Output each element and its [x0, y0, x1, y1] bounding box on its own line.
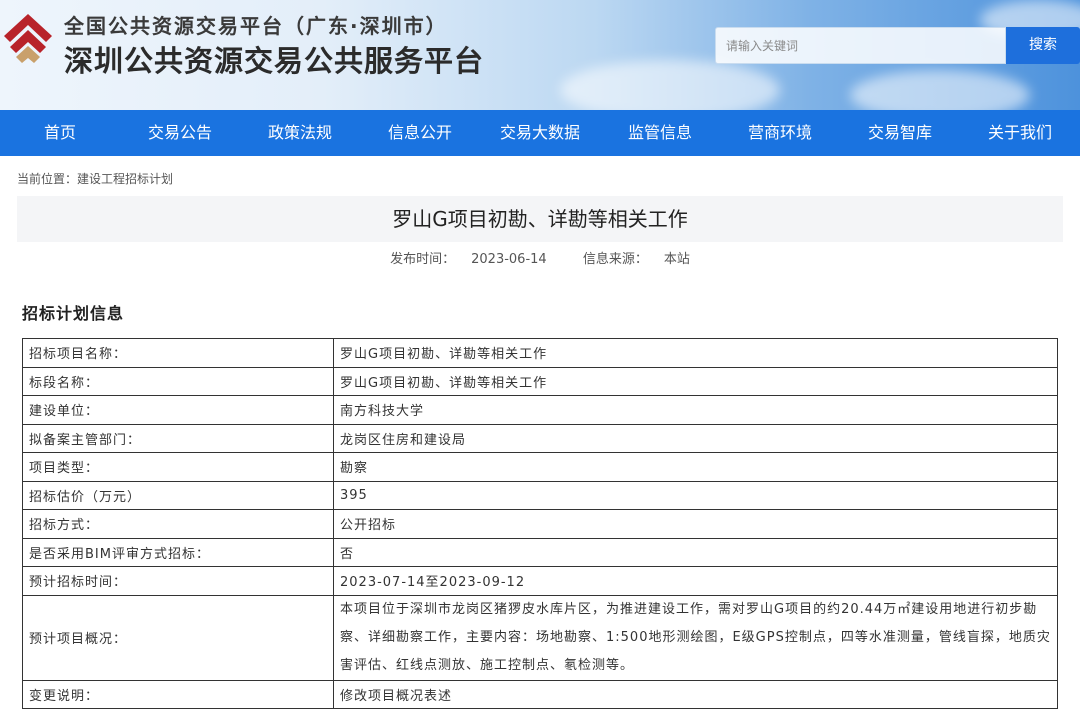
main-nav: 首页 交易公告 政策法规 信息公开 交易大数据 监管信息 营商环境 交易智库 关… [0, 110, 1080, 156]
breadcrumb-prefix: 当前位置： [17, 172, 78, 186]
plan-info-table: 招标项目名称： 罗山G项目初勘、详勘等相关工作 标段名称： 罗山G项目初勘、详勘… [22, 338, 1058, 709]
row-label: 招标方式： [22, 509, 334, 539]
publish-info: 发布时间： 2023-06-14 [382, 252, 555, 267]
row-label: 招标项目名称： [22, 338, 334, 368]
table-row: 建设单位： 南方科技大学 [22, 395, 1058, 425]
page-title: 罗山G项目初勘、详勘等相关工作 [17, 196, 1063, 242]
row-value: 龙岗区住房和建设局 [333, 423, 1058, 453]
table-row: 预计招标时间： 2023-07-14至2023-09-12 [22, 566, 1058, 596]
table-row: 拟备案主管部门： 龙岗区住房和建设局 [22, 423, 1058, 453]
header-cloud [560, 60, 780, 110]
header-cloud [850, 70, 1030, 110]
nav-item-policies[interactable]: 政策法规 [240, 110, 360, 156]
nav-item-think-tank[interactable]: 交易智库 [840, 110, 960, 156]
nav-item-business-env[interactable]: 营商环境 [720, 110, 840, 156]
table-row: 预计项目概况： 本项目位于深圳市龙岗区猪猡皮水库片区，为推进建设工作，需对罗山G… [22, 594, 1058, 681]
table-row: 项目类型： 勘察 [22, 452, 1058, 482]
site-title[interactable]: 深圳公共资源交易公共服务平台 [64, 38, 484, 80]
row-label: 项目类型： [22, 452, 334, 482]
row-value: 2023-07-14至2023-09-12 [333, 566, 1058, 596]
row-value: 修改项目概况表述 [333, 679, 1058, 709]
table-row: 招标估价（万元） 395 [22, 480, 1058, 510]
row-label: 预计项目概况： [22, 594, 334, 681]
row-value: 395 [333, 480, 1058, 510]
source-value: 本站 [663, 252, 690, 267]
nav-item-trade-notices[interactable]: 交易公告 [120, 110, 240, 156]
row-label: 拟备案主管部门： [22, 423, 334, 453]
row-value: 罗山G项目初勘、详勘等相关工作 [333, 366, 1058, 396]
search-button[interactable]: 搜索 [1006, 27, 1080, 64]
breadcrumb-current[interactable]: 建设工程招标计划 [77, 172, 173, 186]
row-label: 预计招标时间： [22, 566, 334, 596]
row-label: 标段名称： [22, 366, 334, 396]
section-title: 招标计划信息 [22, 304, 125, 323]
source-label: 信息来源： [582, 252, 648, 267]
site-subtitle: 全国公共资源交易平台（广东·深圳市） [64, 14, 448, 38]
search-input[interactable] [715, 27, 1006, 64]
breadcrumb: 当前位置：建设工程招标计划 [17, 170, 173, 187]
table-row: 标段名称： 罗山G项目初勘、详勘等相关工作 [22, 366, 1058, 396]
table-row: 招标项目名称： 罗山G项目初勘、详勘等相关工作 [22, 338, 1058, 368]
row-value: 南方科技大学 [333, 395, 1058, 425]
publish-label: 发布时间： [390, 252, 456, 267]
site-header: 全国公共资源交易平台（广东·深圳市） 深圳公共资源交易公共服务平台 搜索 [0, 0, 1080, 110]
row-label: 是否采用BIM评审方式招标： [22, 537, 334, 567]
row-value: 本项目位于深圳市龙岗区猪猡皮水库片区，为推进建设工作，需对罗山G项目的约20.4… [333, 594, 1058, 681]
nav-item-big-data[interactable]: 交易大数据 [480, 110, 600, 156]
row-value: 否 [333, 537, 1058, 567]
row-label: 变更说明： [22, 679, 334, 709]
table-row: 变更说明： 修改项目概况表述 [22, 679, 1058, 709]
nav-item-disclosure[interactable]: 信息公开 [360, 110, 480, 156]
row-value: 公开招标 [333, 509, 1058, 539]
nav-item-about[interactable]: 关于我们 [960, 110, 1080, 156]
table-row: 招标方式： 公开招标 [22, 509, 1058, 539]
source-info: 信息来源： 本站 [575, 252, 698, 267]
site-logo-icon[interactable] [0, 10, 56, 72]
publish-date: 2023-06-14 [471, 252, 547, 267]
row-value: 勘察 [333, 452, 1058, 482]
row-label: 建设单位： [22, 395, 334, 425]
table-row: 是否采用BIM评审方式招标： 否 [22, 537, 1058, 567]
row-value: 罗山G项目初勘、详勘等相关工作 [333, 338, 1058, 368]
article-meta: 发布时间： 2023-06-14 信息来源： 本站 [0, 248, 1080, 267]
nav-item-supervision[interactable]: 监管信息 [600, 110, 720, 156]
nav-item-home[interactable]: 首页 [0, 110, 120, 156]
row-label: 招标估价（万元） [22, 480, 334, 510]
